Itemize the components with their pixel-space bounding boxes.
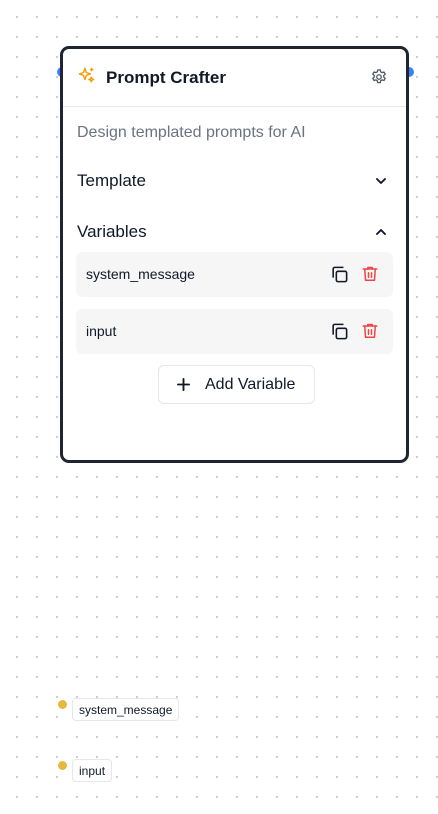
variable-output-handle[interactable] (58, 761, 67, 770)
trash-icon[interactable] (361, 264, 379, 283)
chevron-up-icon (376, 229, 386, 235)
variable-output-handle[interactable] (58, 700, 67, 709)
node-title: Prompt Crafter (106, 68, 226, 87)
variable-name: system_message (86, 266, 195, 282)
variable-row: input (76, 309, 393, 354)
trash-icon[interactable] (361, 321, 379, 340)
variable-name: input (86, 323, 117, 339)
variable-output-tag: input (72, 759, 113, 782)
template-section-label: Template (77, 171, 146, 190)
node-description: Design templated prompts for AI (77, 124, 306, 141)
copy-icon[interactable] (330, 322, 349, 341)
chevron-down-icon (376, 178, 386, 184)
gear-icon[interactable] (370, 68, 388, 86)
copy-icon[interactable] (330, 265, 349, 284)
node-header: Prompt Crafter (63, 49, 406, 107)
variables-section-toggle[interactable]: Variables (77, 220, 392, 244)
add-variable-label: Add Variable (205, 376, 296, 393)
add-variable-button[interactable]: Add Variable (158, 365, 315, 404)
template-section-toggle[interactable]: Template (77, 169, 392, 193)
prompt-crafter-node[interactable]: Prompt Crafter Design templated prompts … (60, 46, 409, 463)
sparkle-icon (78, 67, 95, 83)
variable-row: system_message (76, 252, 393, 297)
plus-icon (177, 378, 190, 391)
variables-section-label: Variables (77, 222, 147, 241)
variable-output-tag: system_message (72, 698, 180, 721)
